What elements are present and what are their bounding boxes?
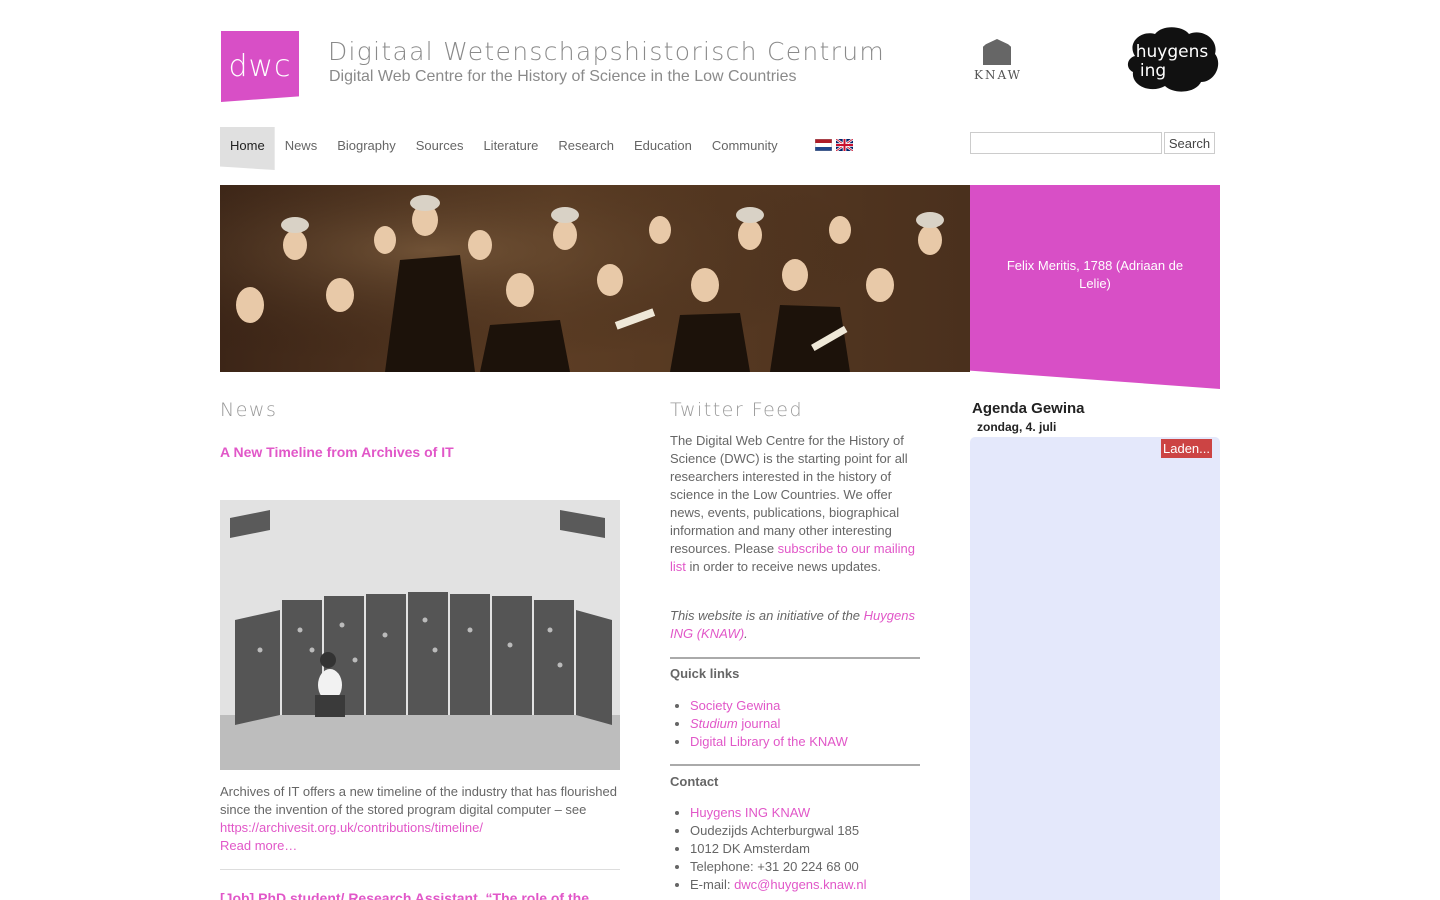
contact-list: Huygens ING KNAW Oudezijds Achterburgwal… [670, 804, 920, 894]
list-item: Studium journal [690, 715, 920, 733]
nav-research[interactable]: Research [548, 127, 624, 170]
digital-library-link[interactable]: Digital Library of the KNAW [690, 734, 848, 749]
list-item: Huygens ING KNAW [690, 804, 920, 822]
nav-news[interactable]: News [275, 127, 328, 170]
agenda-title: Agenda Gewina [972, 400, 1085, 417]
divider [670, 764, 920, 766]
news-item-image[interactable] [220, 500, 620, 770]
site-title-en: Digital Web Centre for the History of Sc… [329, 68, 797, 85]
news-separator [220, 869, 620, 870]
dwc-logo[interactable]: dwc [221, 31, 299, 102]
list-item: Digital Library of the KNAW [690, 733, 920, 751]
divider [670, 657, 920, 659]
list-item: E-mail: dwc@huygens.knaw.nl [690, 876, 920, 894]
felix-meritis-painting-image [220, 185, 970, 372]
agenda-date: zondag, 4. juli [977, 420, 1057, 434]
nav-literature[interactable]: Literature [473, 127, 548, 170]
gewina-link[interactable]: Society Gewina [690, 698, 780, 713]
news-item-title-2[interactable]: [Job] PhD student/ Research Assistant, “… [220, 890, 620, 900]
nav-education[interactable]: Education [624, 127, 702, 170]
quick-links-list: Society Gewina Studium journal Digital L… [670, 697, 920, 751]
dutch-flag-icon[interactable] [815, 139, 832, 151]
language-switcher [815, 139, 853, 151]
nav-home[interactable]: Home [220, 127, 275, 170]
logo-text: dwc [228, 49, 292, 84]
news-summary-text: Archives of IT offers a new timeline of … [220, 784, 617, 817]
english-flag-icon[interactable] [836, 139, 853, 151]
news-item-title[interactable]: A New Timeline from Archives of IT [220, 444, 454, 460]
initiative-text: This website is an initiative of the Huy… [670, 607, 920, 643]
nav-community[interactable]: Community [702, 127, 788, 170]
nav-biography[interactable]: Biography [327, 127, 406, 170]
address-line-1: Oudezijds Achterburgwal 185 [690, 822, 920, 840]
huygens-ing-logo[interactable]: huygens ing [1125, 26, 1220, 94]
search-button[interactable]: Search [1164, 132, 1215, 154]
news-heading: News [220, 399, 278, 421]
nav-sources[interactable]: Sources [406, 127, 474, 170]
studium-link[interactable]: Studium journal [690, 716, 780, 731]
agenda-calendar[interactable] [970, 437, 1220, 900]
list-item: Society Gewina [690, 697, 920, 715]
huygens-contact-link[interactable]: Huygens ING KNAW [690, 805, 810, 820]
knaw-logo-text[interactable]: KNAW [971, 68, 1025, 82]
email-link[interactable]: dwc@huygens.knaw.nl [734, 877, 866, 892]
twitter-feed-heading: Twitter Feed [670, 399, 804, 421]
read-more-link[interactable]: Read more… [220, 838, 297, 853]
site-title-nl: Digitaal Wetenschapshistorisch Centrum [328, 37, 886, 66]
phone-number: Telephone: +31 20 224 68 00 [690, 858, 920, 876]
initiative-text-after: . [744, 626, 748, 641]
email-label: E-mail: [690, 877, 735, 892]
computer-room-photo [220, 500, 620, 770]
contact-heading: Contact [670, 774, 719, 789]
news-timeline-link[interactable]: https://archivesit.org.uk/contributions/… [220, 820, 483, 835]
intro-text-after: in order to receive news updates. [685, 559, 882, 574]
main-nav: Home News Biography Sources Literature R… [220, 127, 788, 170]
address-line-2: 1012 DK Amsterdam [690, 840, 920, 858]
intro-text: The Digital Web Centre for the History o… [670, 432, 920, 576]
search-input[interactable] [970, 132, 1162, 154]
quick-links-heading: Quick links [670, 666, 740, 681]
studium-journal-text: journal [737, 716, 781, 731]
loading-indicator: Laden... [1161, 439, 1212, 458]
huygens-text: huygens [1136, 42, 1209, 62]
news-item-summary: Archives of IT offers a new timeline of … [220, 783, 620, 855]
intro-text-before: The Digital Web Centre for the History o… [670, 433, 908, 556]
banner-painting [220, 185, 970, 372]
initiative-text-before: This website is an initiative of the [670, 608, 864, 623]
ing-text: ing [1140, 61, 1166, 81]
banner-caption: Felix Meritis, 1788 (Adriaan de Lelie) [1006, 258, 1184, 291]
knaw-building-icon[interactable] [983, 39, 1011, 65]
studium-italic-text: Studium [690, 716, 738, 731]
